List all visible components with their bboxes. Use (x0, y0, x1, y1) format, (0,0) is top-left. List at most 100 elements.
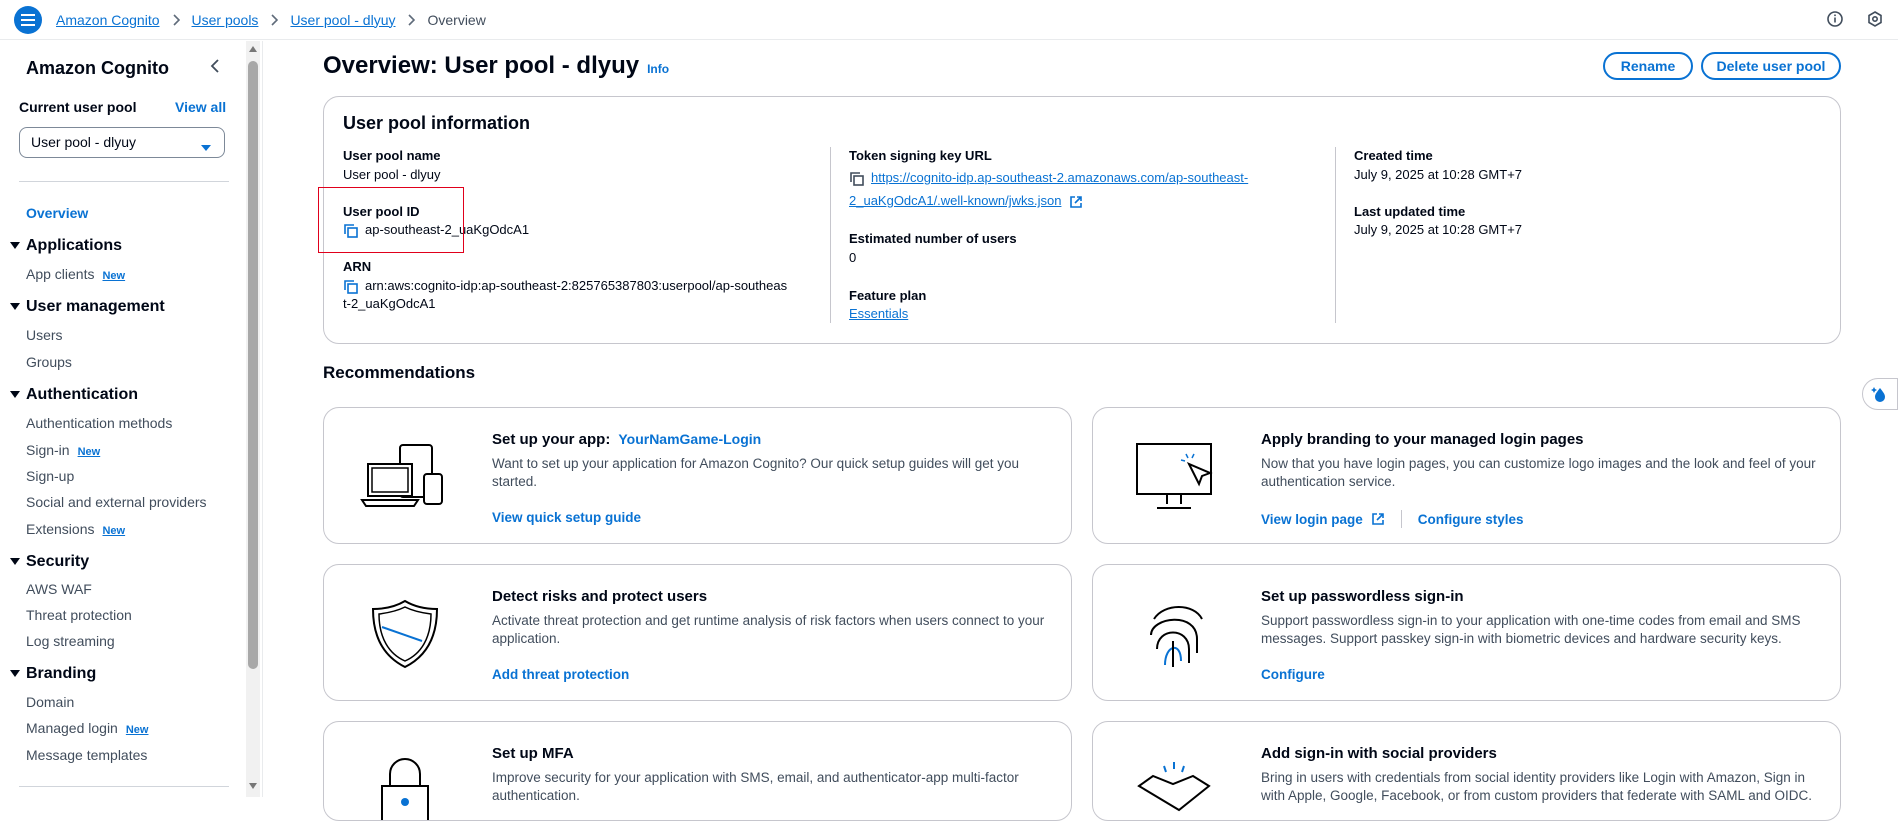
caret-down-icon (10, 558, 20, 565)
card-mfa: Set up MFA Improve security for your app… (323, 721, 1072, 821)
card-setup-app: Set up your app: YourNamGame-Login Want t… (323, 407, 1072, 544)
nav-authentication-methods[interactable]: Authentication methods (26, 415, 172, 431)
token-url-label: Token signing key URL (849, 148, 992, 163)
nav-aws-waf[interactable]: AWS WAF (26, 581, 92, 597)
nav-message-templates[interactable]: Message templates (26, 747, 147, 763)
column-divider (1335, 147, 1336, 323)
nav-domain[interactable]: Domain (26, 694, 74, 710)
fingerprint-icon (1150, 606, 1203, 667)
highlight-box (318, 187, 464, 253)
arn-label: ARN (343, 259, 372, 274)
panel-heading: User pool information (343, 113, 531, 133)
breadcrumb-amazon-cognito[interactable]: Amazon Cognito (56, 12, 160, 28)
rename-button[interactable]: Rename (1603, 52, 1693, 80)
link-divider (1400, 510, 1402, 528)
nav-threat-protection[interactable]: Threat protection (26, 607, 132, 623)
estimated-users-value: 0 (849, 250, 857, 265)
card-title: Apply branding to your managed login pag… (1261, 431, 1584, 448)
created-time-value: July 9, 2025 at 10:28 GMT+7 (1354, 167, 1523, 182)
top-navigation: Amazon Cognito User pools User pool - dl… (0, 0, 1898, 40)
scroll-up-arrow-icon[interactable] (249, 46, 257, 52)
nav-extensions[interactable]: Extensions New (26, 521, 125, 537)
new-badge: New (102, 270, 126, 282)
settings-hex-icon[interactable] (1866, 10, 1884, 28)
card-description: Want to set up your application for Amaz… (492, 456, 1020, 489)
pool-name-value: User pool - dlyuy (343, 167, 441, 182)
nav-sign-in[interactable]: Sign-in New (26, 442, 100, 458)
breadcrumb-user-pool[interactable]: User pool - dlyuy (290, 12, 395, 28)
chevron-right-icon (407, 13, 416, 26)
copy-icon[interactable] (849, 171, 865, 187)
user-pool-select[interactable]: User pool - dlyuy (19, 127, 225, 158)
nav-section-authentication[interactable]: Authentication (10, 386, 138, 404)
current-pool-label: Current user pool (19, 99, 137, 115)
card-branding: Apply branding to your managed login pag… (1092, 407, 1841, 544)
chevron-left-icon[interactable] (210, 59, 220, 76)
arn-value: arn:aws:cognito-idp:ap-southeast-2:82576… (343, 278, 787, 295)
scroll-down-arrow-icon[interactable] (249, 783, 257, 789)
arn-value-cont: t-2_uaKgOdcA1 (343, 296, 436, 311)
nav-log-streaming[interactable]: Log streaming (26, 633, 115, 649)
shield-icon (371, 599, 439, 669)
breadcrumb: Amazon Cognito User pools User pool - dl… (56, 12, 486, 28)
caret-down-icon (200, 139, 212, 155)
nav-groups[interactable]: Groups (26, 354, 72, 370)
info-icon[interactable] (1826, 10, 1844, 28)
info-link[interactable]: Info (647, 62, 669, 76)
configure-styles-link[interactable]: Configure styles (1418, 512, 1524, 527)
card-description: Improve security for your application wi… (492, 770, 1019, 803)
card-threat-protection: Detect risks and protect users Activate … (323, 564, 1072, 701)
token-url-link[interactable]: https://cognito-idp.ap-southeast-2.amazo… (849, 170, 1248, 187)
card-description: Support passwordless sign-in to your app… (1261, 613, 1801, 646)
feature-plan-label: Feature plan (849, 288, 927, 303)
updated-time-label: Last updated time (1354, 204, 1466, 219)
content-divider (262, 41, 263, 797)
nav-sign-up[interactable]: Sign-up (26, 468, 74, 484)
nav-section-branding[interactable]: Branding (10, 665, 96, 683)
breadcrumb-user-pools[interactable]: User pools (192, 12, 259, 28)
nav-social-providers[interactable]: Social and external providers (26, 494, 207, 510)
card-passwordless: Set up passwordless sign-in Support pass… (1092, 564, 1841, 701)
side-navigation: Amazon Cognito Current user pool View al… (0, 41, 246, 797)
delete-user-pool-button[interactable]: Delete user pool (1701, 52, 1841, 80)
card-description: Activate threat protection and get runti… (492, 613, 1045, 646)
caret-down-icon (10, 391, 20, 398)
created-time-label: Created time (1354, 148, 1433, 163)
page-title: Overview: User pool - dlyuy Info (323, 52, 670, 79)
nav-users[interactable]: Users (26, 327, 63, 343)
hamburger-icon (21, 13, 35, 26)
nav-app-clients[interactable]: App clients New (26, 266, 125, 282)
divider (19, 786, 229, 787)
nav-section-applications[interactable]: Applications (10, 237, 122, 255)
configure-link[interactable]: Configure (1261, 667, 1325, 682)
nav-section-user-management[interactable]: User management (10, 298, 165, 316)
card-title: Add sign-in with social providers (1261, 745, 1497, 762)
scrollbar-thumb[interactable] (248, 61, 258, 669)
sidebar-title[interactable]: Amazon Cognito (26, 58, 169, 79)
sidebar-scrollbar[interactable] (246, 41, 260, 797)
new-badge: New (102, 525, 126, 537)
copy-icon[interactable] (343, 279, 359, 295)
new-badge: New (125, 724, 149, 736)
assistant-button[interactable] (1862, 378, 1898, 410)
card-title: Detect risks and protect users (492, 588, 708, 605)
card-title: Set up passwordless sign-in (1261, 588, 1464, 605)
view-all-link[interactable]: View all (175, 99, 226, 115)
estimated-users-label: Estimated number of users (849, 231, 1017, 246)
menu-button[interactable] (14, 5, 42, 34)
selected-pool: User pool - dlyuy (31, 134, 137, 150)
new-badge: New (77, 446, 101, 458)
view-quick-setup-link[interactable]: View quick setup guide (492, 510, 641, 525)
card-description: Now that you have login pages, you can c… (1261, 456, 1816, 489)
recommendations-heading: Recommendations (323, 363, 476, 382)
feature-plan-link[interactable]: Essentials (849, 306, 908, 321)
chevron-right-icon (172, 13, 180, 26)
nav-section-security[interactable]: Security (10, 553, 89, 571)
view-login-page-link[interactable]: View login page Configure styles (1261, 510, 1524, 528)
nav-managed-login[interactable]: Managed login New (26, 720, 148, 736)
external-link-icon (1371, 513, 1384, 525)
devices-icon (360, 444, 443, 507)
add-threat-protection-link[interactable]: Add threat protection (492, 667, 629, 682)
nav-overview[interactable]: Overview (26, 205, 88, 221)
token-url-link-cont[interactable]: 2_uaKgOdcA1/.well-known/jwks.json (849, 193, 1083, 209)
